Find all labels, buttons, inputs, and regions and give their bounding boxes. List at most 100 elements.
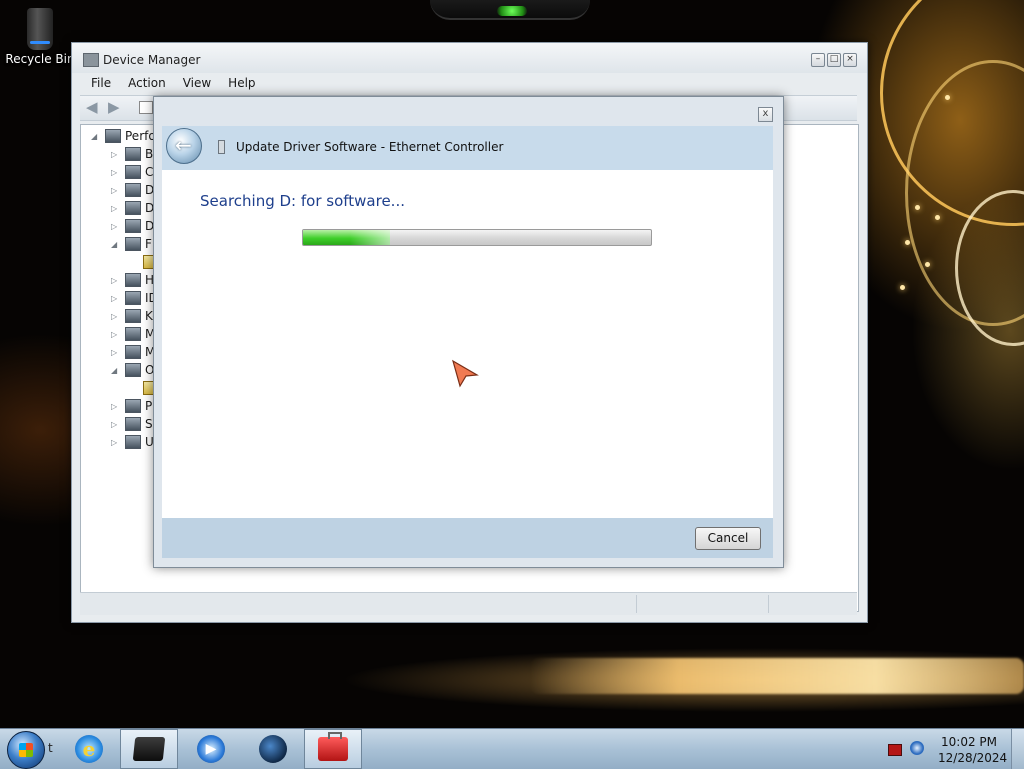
menu-action[interactable]: Action [117, 73, 172, 93]
wallpaper-sparkle [945, 95, 950, 100]
clock[interactable]: 10:02 PM 12/28/2024 [938, 734, 1007, 766]
floppy-controller-icon [125, 237, 141, 251]
wallpaper-sparkle [925, 262, 930, 267]
expand-arrow-icon[interactable]: ▷ [111, 276, 121, 285]
tree-item[interactable]: ▷ Pr [111, 397, 157, 415]
taskbar-app-internet-explorer[interactable]: e [60, 729, 118, 769]
recycle-bin-label: Recycle Bin [5, 52, 75, 66]
start-button[interactable]: t [2, 729, 53, 769]
monitor-icon [125, 345, 141, 359]
search-progress-bar [302, 229, 652, 246]
wallpaper-sparkle [905, 240, 910, 245]
properties-icon[interactable] [139, 101, 153, 114]
taskbar-app-device-manager[interactable] [120, 729, 178, 769]
maximize-button[interactable]: □ [827, 53, 841, 67]
dialog-header: Update Driver Software - Ethernet Contro… [162, 126, 773, 170]
mouse-icon [125, 327, 141, 341]
search-status-text: Searching D: for software... [200, 192, 405, 210]
wallpaper-light-band [530, 658, 1024, 694]
tree-item[interactable]: ▷ D [111, 181, 154, 199]
expand-arrow-icon[interactable]: ▷ [111, 294, 121, 303]
system-devices-icon [125, 417, 141, 431]
tree-item[interactable]: ▷ D [111, 217, 154, 235]
back-button[interactable] [166, 128, 202, 164]
computer-icon [125, 165, 141, 179]
tree-item[interactable]: ◢ Fl [111, 235, 155, 253]
taskbar: t e ▶ 10:02 PM 12/28/2024 [0, 728, 1024, 769]
minimize-button[interactable]: – [811, 53, 825, 67]
dialog-footer: Cancel [162, 518, 773, 558]
status-bar [80, 592, 857, 615]
wallpaper-green-light [497, 6, 527, 16]
computer-icon [105, 129, 121, 143]
tree-item[interactable]: ▷ U [111, 433, 154, 451]
recycle-bin-icon [27, 8, 53, 50]
dvd-drive-icon [125, 219, 141, 233]
menu-file[interactable]: File [80, 73, 117, 93]
system-tray: 10:02 PM 12/28/2024 [882, 729, 1024, 769]
dialog-close-button[interactable]: x [758, 107, 773, 122]
globe-icon [259, 735, 287, 763]
expand-arrow-icon[interactable]: ▷ [111, 438, 121, 447]
device-manager-icon [83, 53, 99, 67]
expand-arrow-icon[interactable]: ▷ [111, 402, 121, 411]
taskbar-app-toolbox[interactable] [304, 729, 362, 769]
keyboard-icon [125, 309, 141, 323]
close-button[interactable]: × [843, 53, 857, 67]
tree-root[interactable]: ◢ Perfo [91, 127, 156, 145]
hid-icon [125, 273, 141, 287]
expand-arrow-icon[interactable]: ▷ [111, 204, 121, 213]
expand-arrow-icon[interactable]: ▷ [111, 168, 121, 177]
cancel-button[interactable]: Cancel [695, 527, 761, 550]
device-manager-icon [132, 737, 166, 761]
tree-item[interactable]: ▷ M [111, 343, 155, 361]
taskbar-app-globe[interactable] [244, 729, 302, 769]
collapse-arrow-icon[interactable]: ◢ [111, 240, 121, 249]
expand-arrow-icon[interactable]: ▷ [111, 222, 121, 231]
taskbar-app-media-player[interactable]: ▶ [182, 729, 240, 769]
other-devices-icon [125, 363, 141, 377]
forward-arrow-icon[interactable]: ▶ [108, 100, 124, 115]
expand-arrow-icon[interactable]: ▷ [111, 348, 121, 357]
wallpaper-sparkle [915, 205, 920, 210]
back-arrow-icon[interactable]: ◀ [86, 100, 102, 115]
desktop-icon-recycle-bin[interactable]: Recycle Bin [4, 8, 76, 66]
start-label: t [48, 741, 53, 755]
wallpaper-sparkle [935, 215, 940, 220]
device-manager-titlebar[interactable]: Device Manager – □ × [72, 43, 867, 73]
expand-arrow-icon[interactable]: ▷ [111, 186, 121, 195]
media-player-icon: ▶ [197, 735, 225, 763]
update-driver-dialog: x Update Driver Software - Ethernet Cont… [153, 96, 784, 568]
clock-time: 10:02 PM [941, 735, 997, 749]
tree-item[interactable]: ▷ H [111, 271, 154, 289]
tree-root-label: Perfo [125, 129, 156, 143]
progress-fill [303, 230, 390, 245]
expand-arrow-icon[interactable]: ▷ [111, 312, 121, 321]
collapse-arrow-icon[interactable]: ◢ [91, 132, 101, 141]
expand-arrow-icon[interactable]: ▷ [111, 420, 121, 429]
tree-item[interactable]: ◢ O [111, 361, 154, 379]
status-divider [768, 595, 769, 613]
display-adapter-icon [125, 201, 141, 215]
collapse-arrow-icon[interactable]: ◢ [111, 366, 121, 375]
network-icon[interactable] [910, 741, 924, 755]
menu-bar: File Action View Help [80, 73, 262, 93]
internet-explorer-icon: e [75, 735, 103, 763]
action-center-flag-icon[interactable] [888, 744, 902, 756]
disk-drive-icon [125, 183, 141, 197]
menu-help[interactable]: Help [217, 73, 261, 93]
tree-item[interactable]: ▷ M [111, 325, 155, 343]
show-desktop-button[interactable] [1011, 729, 1024, 769]
device-manager-title: Device Manager [103, 53, 201, 67]
expand-arrow-icon[interactable]: ▷ [111, 150, 121, 159]
menu-view[interactable]: View [172, 73, 217, 93]
windows-logo-icon [7, 731, 45, 769]
tree-item[interactable]: ▷ D [111, 199, 154, 217]
window-controls: – □ × [811, 53, 857, 67]
processor-icon [125, 399, 141, 413]
dialog-title: Update Driver Software - Ethernet Contro… [236, 140, 504, 154]
tree-item[interactable]: ▷ C [111, 163, 153, 181]
usb-icon [125, 435, 141, 449]
tree-item[interactable]: ▷ ID [111, 289, 158, 307]
expand-arrow-icon[interactable]: ▷ [111, 330, 121, 339]
